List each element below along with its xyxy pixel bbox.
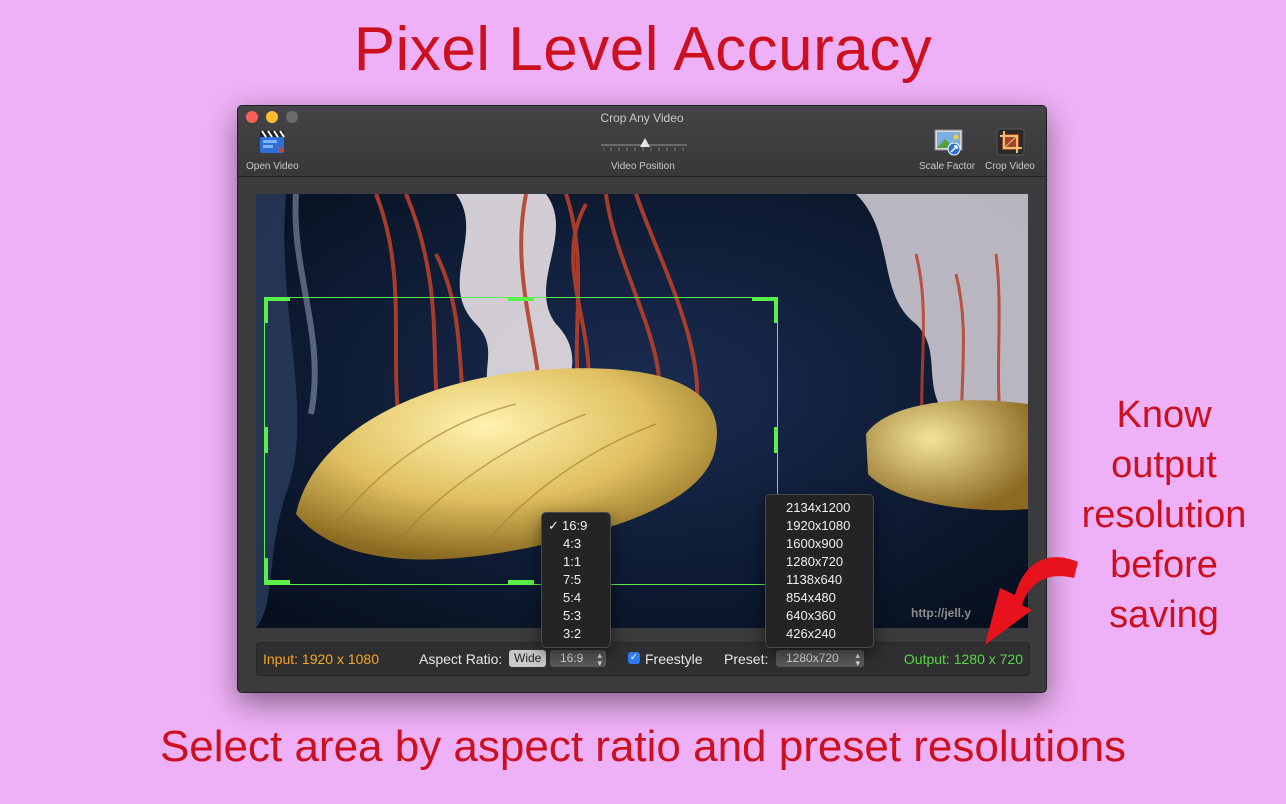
freestyle-label[interactable]: Freestyle (645, 651, 703, 667)
aspect-ratio-option-label: 1:1 (563, 554, 582, 569)
wide-button[interactable]: Wide (509, 650, 547, 667)
aspect-ratio-option[interactable]: 3:2 (542, 625, 610, 643)
preset-option[interactable]: 1138x640 (766, 571, 873, 589)
headline: Pixel Level Accuracy (353, 15, 933, 84)
window-title: Crop Any Video (600, 111, 684, 125)
preset-option-label: 2134x1200 (786, 500, 851, 515)
aspect-ratio-option-label: 5:3 (563, 608, 582, 623)
aspect-ratio-select[interactable]: 16:9 ▴ ▾ (550, 650, 606, 668)
crop-handle-right-mid[interactable] (774, 427, 778, 453)
crop-handle-top-left-v[interactable] (264, 297, 268, 323)
crop-video-label[interactable]: Crop Video (985, 161, 1035, 172)
titlebar: Crop Any Video Open Video Video Position… (238, 106, 1046, 177)
preset-option-label: 854x480 (786, 590, 836, 605)
app-window: Crop Any Video Open Video Video Position… (237, 105, 1047, 693)
preset-option[interactable]: 1920x1080 (766, 517, 873, 535)
crop-handle-top-mid[interactable] (508, 297, 534, 301)
aspect-ratio-menu: ✓ 16:9 4:3 1:1 7:5 5:4 5:3 3:2 (541, 512, 611, 648)
output-resolution: Output: 1280 x 720 (903, 651, 1023, 667)
side-note-line: resolution (1081, 494, 1247, 536)
video-position-label: Video Position (611, 161, 675, 172)
preset-value: 1280x720 (786, 651, 839, 665)
open-video-label[interactable]: Open Video (246, 161, 299, 172)
side-note: Know output resolution before saving (1068, 390, 1260, 640)
preset-option-label: 1280x720 (786, 554, 844, 569)
crop-handle-left-mid[interactable] (264, 427, 268, 453)
aspect-ratio-option[interactable]: ✓ 16:9 (542, 517, 610, 535)
aspect-ratio-option[interactable]: 7:5 (542, 571, 610, 589)
status-bar: Input: 1920 x 1080 Aspect Ratio: Wide 16… (256, 642, 1030, 676)
curved-arrow-icon (985, 557, 1078, 645)
crop-handle-top-right-v[interactable] (774, 297, 778, 323)
crop-handle-bottom-mid[interactable] (508, 580, 534, 584)
aspect-ratio-option[interactable]: 4:3 (542, 535, 610, 553)
preset-option[interactable]: 1280x720 (766, 553, 873, 571)
preset-option-label: 1138x640 (786, 572, 843, 587)
side-note-line: output (1111, 444, 1217, 486)
footline: Select area by aspect ratio and preset r… (159, 722, 1127, 771)
side-note-line: saving (1109, 594, 1219, 636)
preset-option-label: 640x360 (786, 608, 836, 623)
aspect-ratio-option[interactable]: 5:4 (542, 589, 610, 607)
side-note-line: before (1110, 544, 1218, 586)
preset-option[interactable]: 1600x900 (766, 535, 873, 553)
preset-option[interactable]: 2134x1200 (766, 499, 873, 517)
preset-option-label: 1920x1080 (786, 518, 851, 533)
preset-option[interactable]: 426x240 (766, 625, 873, 643)
crop-selection[interactable] (264, 297, 778, 585)
aspect-ratio-option-label: 7:5 (563, 572, 582, 587)
aspect-ratio-option[interactable]: 5:3 (542, 607, 610, 625)
scale-factor-icon[interactable] (934, 128, 964, 161)
aspect-ratio-value: 16:9 (560, 651, 584, 665)
preset-select[interactable]: 1280x720 ▴ ▾ (776, 650, 864, 668)
preset-option-label: 1600x900 (786, 536, 844, 551)
video-preview[interactable]: http://jell.y (256, 194, 1028, 628)
input-resolution: Input: 1920 x 1080 (263, 651, 379, 667)
scale-factor-label[interactable]: Scale Factor (919, 161, 975, 172)
freestyle-checkbox[interactable]: ✓ (628, 652, 640, 664)
preset-label: Preset: (724, 651, 769, 667)
crop-video-icon[interactable] (996, 128, 1026, 161)
aspect-ratio-option-label: 3:2 (563, 626, 582, 641)
aspect-ratio-option-label: 5:4 (563, 590, 582, 605)
stepper-arrows-icon: ▴ ▾ (855, 650, 860, 668)
aspect-ratio-option-label: 4:3 (563, 536, 582, 551)
open-video-icon[interactable] (258, 128, 288, 161)
aspect-ratio-label: Aspect Ratio: (419, 651, 503, 667)
video-watermark: http://jell.y (911, 606, 971, 620)
preset-option-label: 426x240 (786, 626, 836, 641)
preset-option[interactable]: 854x480 (766, 589, 873, 607)
crop-handle-bottom-left-v[interactable] (264, 558, 268, 584)
stepper-arrows-icon: ▴ ▾ (597, 650, 602, 668)
aspect-ratio-option[interactable]: 1:1 (542, 553, 610, 571)
checkmark-icon: ✓ (548, 518, 559, 533)
side-note-line: Know (1116, 394, 1212, 436)
aspect-ratio-option-label: 16:9 (562, 518, 588, 533)
preset-option[interactable]: 640x360 (766, 607, 873, 625)
preset-menu: 2134x1200 1920x1080 1600x900 1280x720 1138x6… (765, 494, 874, 648)
video-position-thumb[interactable] (640, 138, 650, 147)
